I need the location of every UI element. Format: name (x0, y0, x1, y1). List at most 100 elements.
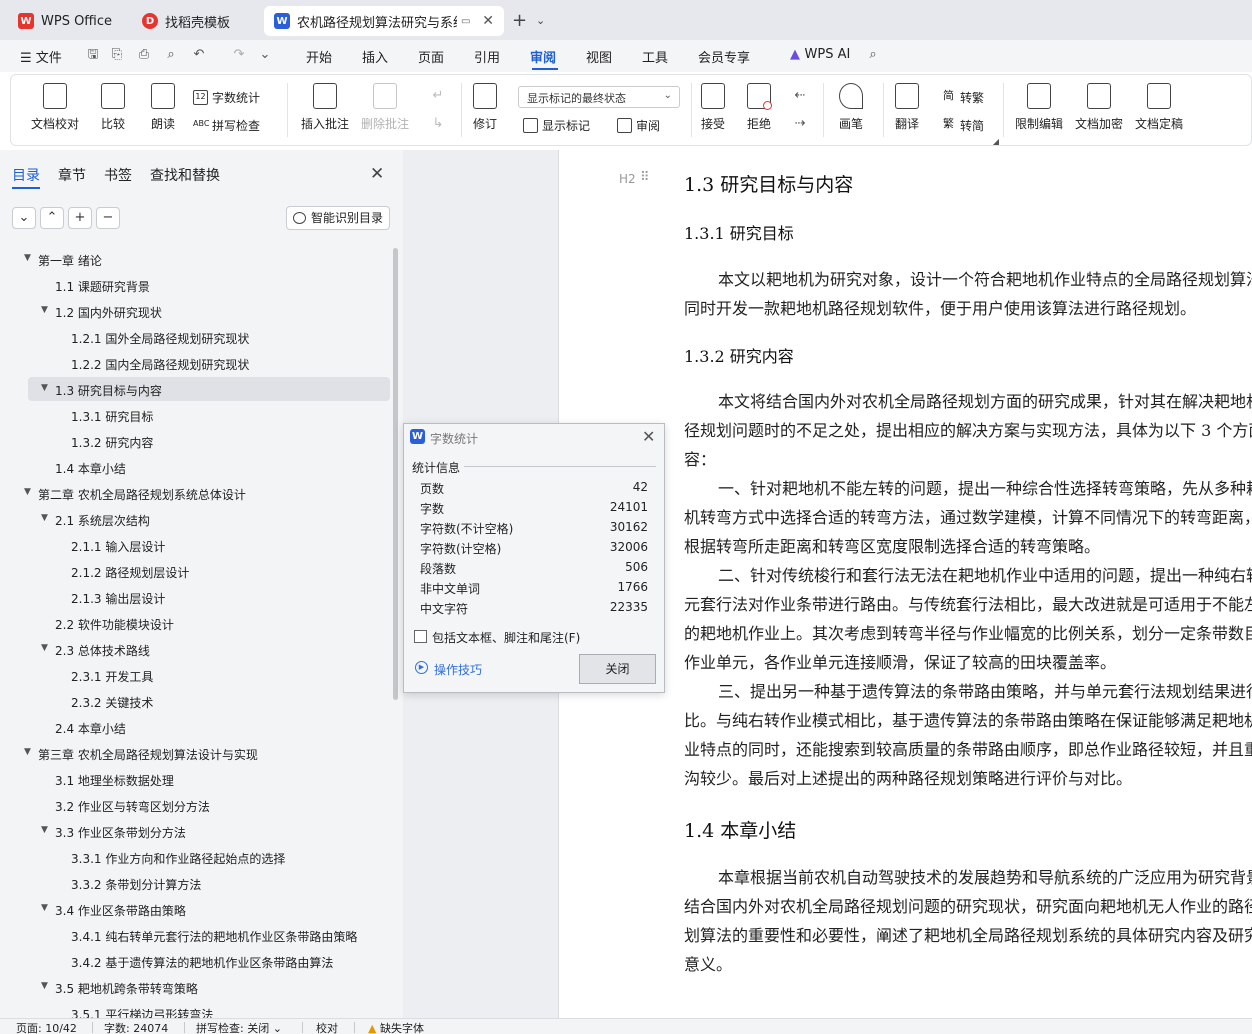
tab-document[interactable]: W 农机路径规划算法研究与系统 ▭ ✕ (264, 6, 504, 36)
reject-button[interactable]: 拒绝 (747, 83, 772, 132)
file-menu[interactable]: ☰ 文件 (20, 47, 62, 66)
monitor-icon[interactable]: ▭ (461, 16, 470, 27)
toc-item[interactable]: 1.2 国内外研究现状 (55, 304, 162, 321)
previous-comment-icon[interactable]: ↵ (431, 89, 445, 103)
encrypt-button[interactable]: 文档加密 (1075, 83, 1123, 132)
close-button[interactable]: 关闭 (579, 654, 656, 684)
toc-item[interactable]: 1.3.1 研究目标 (71, 408, 153, 425)
search-icon[interactable]: ⌕ (866, 48, 880, 62)
missing-font-status[interactable]: ▲ 缺失字体 (368, 1020, 424, 1034)
remove-heading-button[interactable]: − (96, 207, 120, 229)
translate-button[interactable]: 翻译 (895, 83, 919, 132)
page-indicator[interactable]: 页面: 10/42 (16, 1020, 77, 1034)
toc-item[interactable]: 2.2 软件功能模块设计 (55, 616, 174, 633)
ribbon-expand-icon[interactable]: ◢ (989, 135, 1003, 149)
menu-insert[interactable]: 插入 (362, 47, 388, 66)
word-count-button[interactable]: 12 字数统计 (193, 89, 260, 106)
toc-item[interactable]: 3.3.1 作业方向和作业路径起始点的选择 (71, 850, 285, 867)
undo-icon[interactable]: ↶ (192, 48, 206, 62)
toc-item[interactable]: 2.3.2 关键技术 (71, 694, 153, 711)
compare-button[interactable]: 比较 (101, 83, 125, 132)
read-aloud-button[interactable]: 朗读 (151, 83, 175, 132)
toc-item[interactable]: 3.1 地理坐标数据处理 (55, 772, 174, 789)
tab-template[interactable]: D 找稻壳模板 (132, 6, 256, 36)
expand-caret-icon[interactable]: ▼ (24, 487, 31, 497)
toc-item[interactable]: 3.4.2 基于遗传算法的耙地机作业区条带路由算法 (71, 954, 333, 971)
toc-item[interactable]: 3.2 作业区与转弯区划分方法 (55, 798, 210, 815)
add-heading-button[interactable]: + (68, 207, 92, 229)
expand-caret-icon[interactable]: ▼ (41, 643, 48, 653)
new-tab-icon[interactable]: + (512, 10, 527, 31)
expand-caret-icon[interactable]: ▼ (41, 383, 48, 393)
expand-caret-icon[interactable]: ▼ (41, 981, 48, 991)
menu-page[interactable]: 页面 (418, 47, 444, 66)
menu-reference[interactable]: 引用 (474, 47, 500, 66)
toc-item[interactable]: 1.2.1 国外全局路径规划研究现状 (71, 330, 249, 347)
nav-tab-toc[interactable]: 目录 (12, 165, 40, 185)
spell-check-button[interactable]: ABC 拼写检查 (193, 117, 260, 134)
toc-item[interactable]: 2.1.1 输入层设计 (71, 538, 165, 555)
next-comment-icon[interactable]: ↳ (431, 117, 445, 131)
toc-item[interactable]: 第三章 农机全局路径规划算法设计与实现 (38, 746, 258, 763)
toc-item[interactable]: 3.5 耙地机跨条带转弯策略 (55, 980, 198, 997)
redo-icon[interactable]: ↷ (232, 48, 246, 62)
tab-wps-office[interactable]: W WPS Office (8, 6, 124, 36)
word-count-indicator[interactable]: 字数: 24074 (104, 1020, 168, 1034)
restrict-edit-button[interactable]: 限制编辑 (1015, 83, 1063, 132)
track-changes-button[interactable]: 修订 (473, 83, 497, 132)
toc-item[interactable]: 2.1.3 输出层设计 (71, 590, 165, 607)
smart-toc-button[interactable]: 智能识别目录 (286, 206, 390, 230)
menu-review[interactable]: 审阅 (530, 47, 556, 66)
toc-item[interactable]: 1.3.2 研究内容 (71, 434, 153, 451)
close-icon[interactable]: ✕ (370, 164, 384, 184)
expand-caret-icon[interactable]: ▼ (24, 747, 31, 757)
close-icon[interactable]: ✕ (642, 427, 655, 446)
toc-item[interactable]: 3.4 作业区条带路由策略 (55, 902, 186, 919)
menu-start[interactable]: 开始 (306, 47, 332, 66)
toc-item[interactable]: 2.1 系统层次结构 (55, 512, 150, 529)
menu-tools[interactable]: 工具 (642, 47, 668, 66)
toc-item[interactable]: 1.1 课题研究背景 (55, 278, 150, 295)
heading-level-marker[interactable]: H2 (619, 172, 636, 186)
markup-mode-select[interactable]: 显示标记的最终状态 ⌄ (518, 86, 680, 108)
toc-item[interactable]: 1.3 研究目标与内容 (55, 382, 162, 399)
toc-item[interactable]: 3.3 作业区条带划分方法 (55, 824, 186, 841)
nav-tab-find-replace[interactable]: 查找和替换 (150, 165, 220, 185)
nav-tab-sections[interactable]: 章节 (58, 165, 86, 185)
print-icon[interactable]: ⎙ (137, 48, 151, 62)
collapse-up-button[interactable]: ⌃ (40, 207, 64, 229)
nav-tab-bookmarks[interactable]: 书签 (104, 165, 132, 185)
review-pane-button[interactable]: 审阅 (617, 117, 660, 134)
close-icon[interactable]: ✕ (482, 13, 494, 29)
play-icon[interactable]: ▶ (415, 661, 428, 674)
expand-caret-icon[interactable]: ▼ (24, 253, 31, 263)
delete-comment-button[interactable]: 删除批注 (361, 83, 409, 132)
export-icon[interactable]: ⎘ (110, 48, 124, 62)
toc-item[interactable]: 1.4 本章小结 (55, 460, 126, 477)
wps-ai-button[interactable]: ▲ WPS AI (790, 47, 850, 62)
expand-caret-icon[interactable]: ▼ (41, 305, 48, 315)
toc-item[interactable]: 第一章 绪论 (38, 252, 102, 269)
to-traditional-button[interactable]: 简 转繁 (941, 89, 984, 106)
toc-item[interactable]: 第二章 农机全局路径规划系统总体设计 (38, 486, 246, 503)
show-markup-button[interactable]: 显示标记 (523, 117, 590, 134)
pen-button[interactable]: 画笔 (839, 83, 863, 132)
proof-status[interactable]: 校对 (316, 1020, 338, 1034)
toc-item[interactable]: 3.4.1 纯右转单元套行法的耙地机作业区条带路由策略 (71, 928, 357, 945)
accept-button[interactable]: 接受 (701, 83, 725, 132)
toc-item[interactable]: 2.1.2 路径规划层设计 (71, 564, 189, 581)
toc-item[interactable]: 2.3 总体技术路线 (55, 642, 150, 659)
spell-check-status[interactable]: 拼写检查: 关闭 ⌄ (196, 1020, 282, 1034)
chevron-down-icon[interactable]: ⌄ (536, 14, 545, 27)
collapse-down-button[interactable]: ⌄ (12, 207, 36, 229)
doc-check-button[interactable]: 文档校对 (31, 83, 79, 132)
finalize-button[interactable]: 文档定稿 (1135, 83, 1183, 132)
toc-item[interactable]: 3.3.2 条带划分计算方法 (71, 876, 201, 893)
nav-scrollbar[interactable] (393, 248, 398, 700)
expand-caret-icon[interactable]: ▼ (41, 903, 48, 913)
insert-comment-button[interactable]: 插入批注 (301, 83, 349, 132)
include-textbox-label[interactable]: 包括文本框、脚注和尾注(F) (432, 629, 580, 646)
include-textbox-checkbox[interactable] (414, 630, 427, 643)
next-change-icon[interactable]: ⇢ (793, 117, 807, 131)
to-simplified-button[interactable]: 繁 转简 (941, 117, 984, 134)
